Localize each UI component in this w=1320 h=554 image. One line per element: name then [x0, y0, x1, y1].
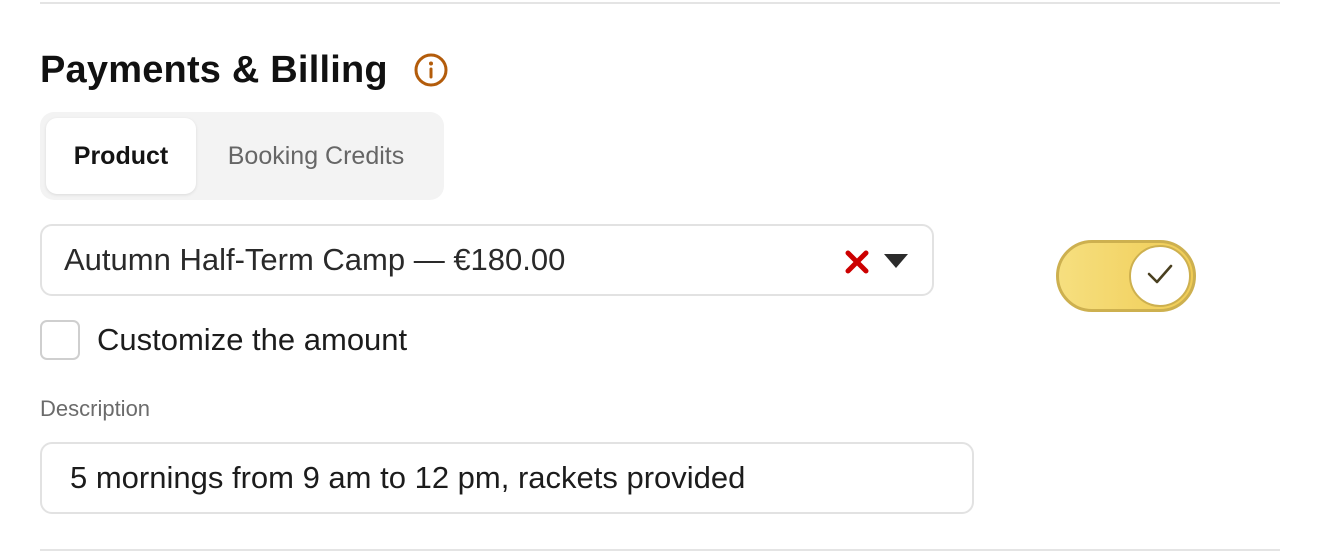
- product-select-value: Autumn Half-Term Camp — €180.00: [64, 242, 566, 277]
- description-input[interactable]: [40, 442, 974, 514]
- tab-switcher: Product Booking Credits: [40, 112, 444, 200]
- chevron-down-icon[interactable]: [883, 252, 909, 270]
- tab-booking-credits[interactable]: Booking Credits: [216, 118, 416, 194]
- customize-amount-row[interactable]: Customize the amount: [40, 320, 407, 360]
- product-select[interactable]: Autumn Half-Term Camp — €180.00: [40, 224, 934, 296]
- section-title: Payments & Billing: [40, 48, 388, 91]
- toggle-knob: [1129, 245, 1191, 307]
- tab-product[interactable]: Product: [46, 118, 196, 194]
- customize-amount-checkbox[interactable]: [40, 320, 80, 360]
- clear-selection-icon[interactable]: [844, 249, 870, 275]
- check-icon: [1146, 263, 1174, 290]
- bottom-divider: [40, 549, 1280, 551]
- customize-amount-label[interactable]: Customize the amount: [97, 322, 407, 358]
- top-divider: [40, 2, 1280, 4]
- enable-toggle[interactable]: [1056, 240, 1196, 312]
- info-icon[interactable]: [414, 53, 448, 87]
- description-label: Description: [40, 396, 151, 421]
- section-header: Payments & Billing: [40, 44, 448, 96]
